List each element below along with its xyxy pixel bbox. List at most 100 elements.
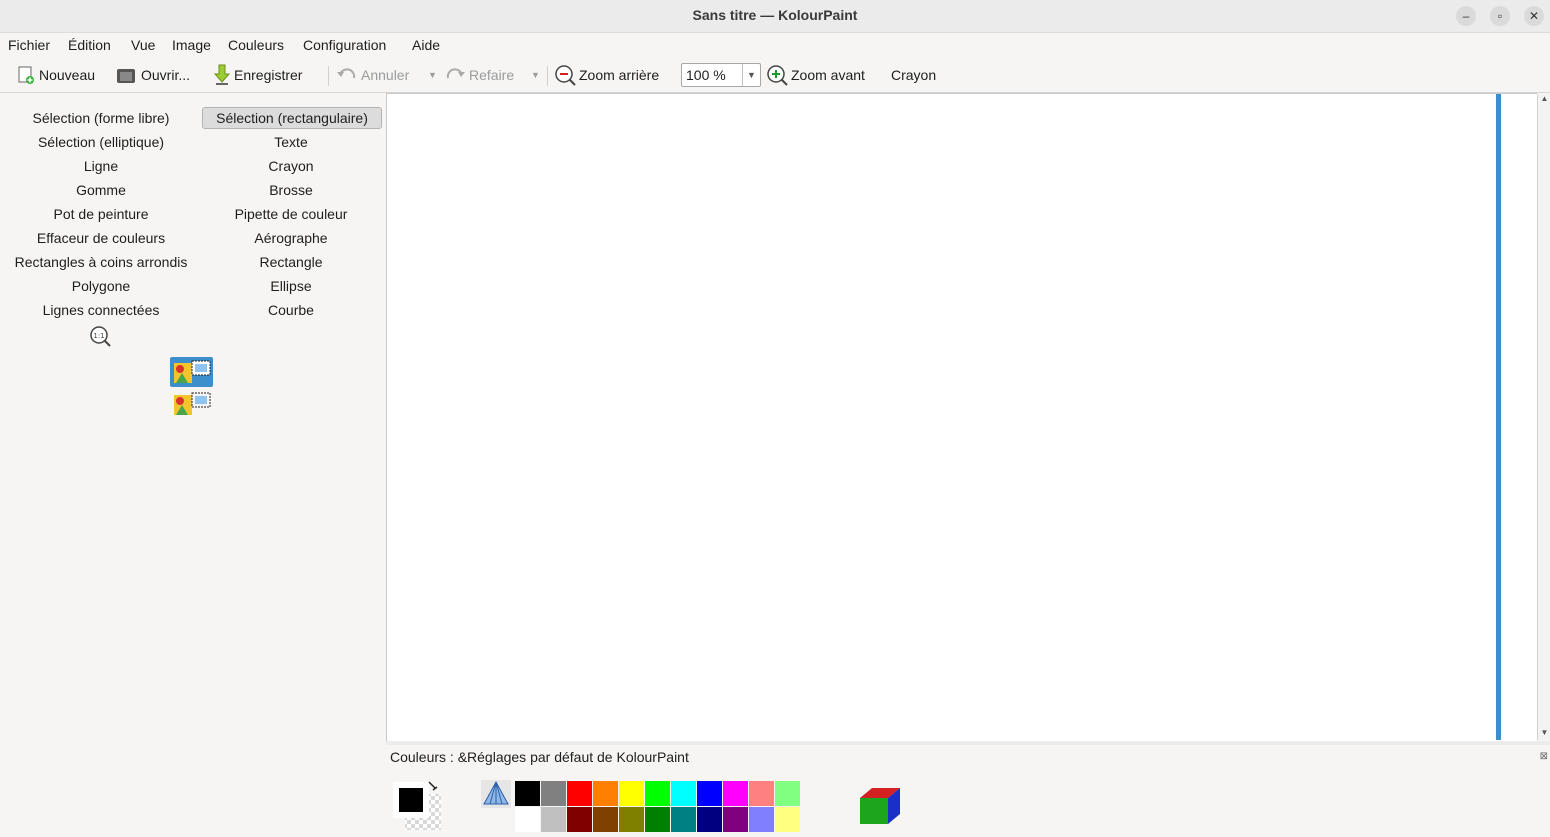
transparent-selection-option[interactable] xyxy=(170,389,213,419)
palette-swatch[interactable] xyxy=(775,781,800,806)
zoom-level-select[interactable]: 100 % ▼ xyxy=(681,63,761,87)
palette-swatch[interactable] xyxy=(593,781,618,806)
palette-swatch[interactable] xyxy=(619,807,644,832)
opaque-selection-icon xyxy=(174,360,211,383)
fg-bg-swatch-icon xyxy=(393,781,441,830)
palette-swatch[interactable] xyxy=(619,781,644,806)
tool-eraser[interactable]: Gomme xyxy=(4,179,198,201)
menu-edition[interactable]: Édition xyxy=(68,37,111,53)
tool-color-eraser[interactable]: Effaceur de couleurs xyxy=(4,227,198,249)
tool-freeform-selection[interactable]: Sélection (forme libre) xyxy=(4,107,198,129)
canvas-resize-handle[interactable] xyxy=(1496,94,1501,740)
tool-polygon[interactable]: Polygone xyxy=(4,275,198,297)
tool-polyline[interactable]: Lignes connectées xyxy=(4,299,198,321)
palette-swatch[interactable] xyxy=(723,807,748,832)
toolbar-separator xyxy=(547,66,548,86)
vertical-scrollbar[interactable]: ▲ ▼ xyxy=(1537,94,1550,740)
palette-swatch[interactable] xyxy=(749,807,774,832)
undo-dropdown-icon[interactable]: ▼ xyxy=(428,65,437,85)
open-button[interactable]: Ouvrir... xyxy=(116,65,190,85)
tool-pen[interactable]: Crayon xyxy=(202,155,380,177)
redo-icon xyxy=(446,68,465,79)
redo-button[interactable]: Refaire xyxy=(444,65,514,85)
palette-swatch[interactable] xyxy=(645,807,670,832)
palette-swatch[interactable] xyxy=(775,807,800,832)
menu-image[interactable]: Image xyxy=(172,37,211,53)
tool-text[interactable]: Texte xyxy=(202,131,380,153)
save-button[interactable]: Enregistrer xyxy=(213,64,303,85)
palette-swatch[interactable] xyxy=(515,781,540,806)
zoom-in-icon xyxy=(767,65,788,86)
tool-elliptic-selection[interactable]: Sélection (elliptique) xyxy=(4,131,198,153)
foreground-background-selector[interactable] xyxy=(391,780,443,832)
menu-fichier[interactable]: Fichier xyxy=(8,37,50,53)
undo-icon xyxy=(337,68,356,79)
color-box-label: Couleurs : &Réglages par défaut de Kolou… xyxy=(390,749,689,765)
drawing-canvas[interactable] xyxy=(386,93,1537,742)
palette-swatch[interactable] xyxy=(567,807,592,832)
palette-swatch[interactable] xyxy=(645,781,670,806)
svg-text:1:1: 1:1 xyxy=(93,332,104,340)
palette-swatch[interactable] xyxy=(697,807,722,832)
palette-swatch[interactable] xyxy=(671,807,696,832)
palette-swatch[interactable] xyxy=(723,781,748,806)
palette-swatch[interactable] xyxy=(567,781,592,806)
zoom-out-label: Zoom arrière xyxy=(579,67,660,83)
toolbar-separator xyxy=(328,66,329,86)
palette-swatch[interactable] xyxy=(515,807,540,832)
title-bar: Sans titre — KolourPaint – ▫ ✕ xyxy=(0,0,1550,33)
palette-swatch[interactable] xyxy=(541,781,566,806)
tool-spraycan[interactable]: Aérographe xyxy=(202,227,380,249)
tool-curve[interactable]: Courbe xyxy=(202,299,380,321)
zoom-out-icon xyxy=(555,65,576,86)
current-tool-text: Crayon xyxy=(891,67,937,83)
tool-rectangle[interactable]: Rectangle xyxy=(202,251,380,273)
toolbar: Nouveau Ouvrir... Enregistrer Annuler ▼ … xyxy=(0,58,1550,93)
tool-panel: Sélection (forme libre) Sélection (ellip… xyxy=(0,93,386,836)
palette-swatch[interactable] xyxy=(671,781,696,806)
palette-swatch[interactable] xyxy=(697,781,722,806)
menu-aide[interactable]: Aide xyxy=(412,37,440,53)
close-icon[interactable]: ⊠ xyxy=(1540,751,1548,762)
menu-couleurs[interactable]: Couleurs xyxy=(228,37,284,53)
tool-flood-fill[interactable]: Pot de peinture xyxy=(4,203,198,225)
new-label: Nouveau xyxy=(39,67,96,83)
zoom-in-button[interactable]: Zoom avant xyxy=(766,65,865,86)
tool-line[interactable]: Ligne xyxy=(4,155,198,177)
zoom-out-button[interactable]: Zoom arrière xyxy=(554,65,660,86)
transparent-selection-icon xyxy=(174,392,211,415)
palette-swatch[interactable] xyxy=(541,807,566,832)
new-button[interactable]: Nouveau xyxy=(16,65,95,85)
open-label: Ouvrir... xyxy=(141,67,191,83)
palette-swatch[interactable] xyxy=(593,807,618,832)
redo-dropdown-icon[interactable]: ▼ xyxy=(531,65,540,85)
minimize-button[interactable]: – xyxy=(1456,6,1476,26)
tool-rectangular-selection[interactable]: Sélection (rectangulaire) xyxy=(202,107,382,129)
close-button[interactable]: ✕ xyxy=(1524,6,1544,26)
tool-brush[interactable]: Brosse xyxy=(202,179,380,201)
undo-button[interactable]: Annuler xyxy=(336,65,409,85)
menu-bar: Fichier Édition Vue Image Couleurs Confi… xyxy=(0,33,1550,57)
chevron-down-icon[interactable]: ▼ xyxy=(742,64,760,86)
color-similarity-icon[interactable] xyxy=(481,780,511,808)
tool-ellipse[interactable]: Ellipse xyxy=(202,275,380,297)
window-title: Sans titre — KolourPaint xyxy=(692,7,858,23)
new-document-icon xyxy=(18,66,34,84)
undo-label: Annuler xyxy=(361,67,410,83)
save-label: Enregistrer xyxy=(234,67,303,83)
zoom-tool-icon[interactable]: 1:1 xyxy=(89,325,113,347)
zoom-level-value: 100 % xyxy=(686,67,726,83)
maximize-button[interactable]: ▫ xyxy=(1490,6,1510,26)
tool-rounded-rectangle[interactable]: Rectangles à coins arrondis xyxy=(4,251,198,273)
opaque-selection-option[interactable] xyxy=(170,357,213,387)
scroll-down-icon[interactable]: ▼ xyxy=(1538,728,1550,740)
redo-label: Refaire xyxy=(469,67,515,83)
menu-configuration[interactable]: Configuration xyxy=(303,37,386,53)
color-cube-icon[interactable] xyxy=(858,786,902,828)
save-arrow-icon xyxy=(213,64,231,85)
tool-color-picker[interactable]: Pipette de couleur xyxy=(202,203,380,225)
scroll-up-icon[interactable]: ▲ xyxy=(1538,94,1550,106)
menu-vue[interactable]: Vue xyxy=(131,37,155,53)
current-tool-label: Crayon xyxy=(891,65,936,85)
palette-swatch[interactable] xyxy=(749,781,774,806)
